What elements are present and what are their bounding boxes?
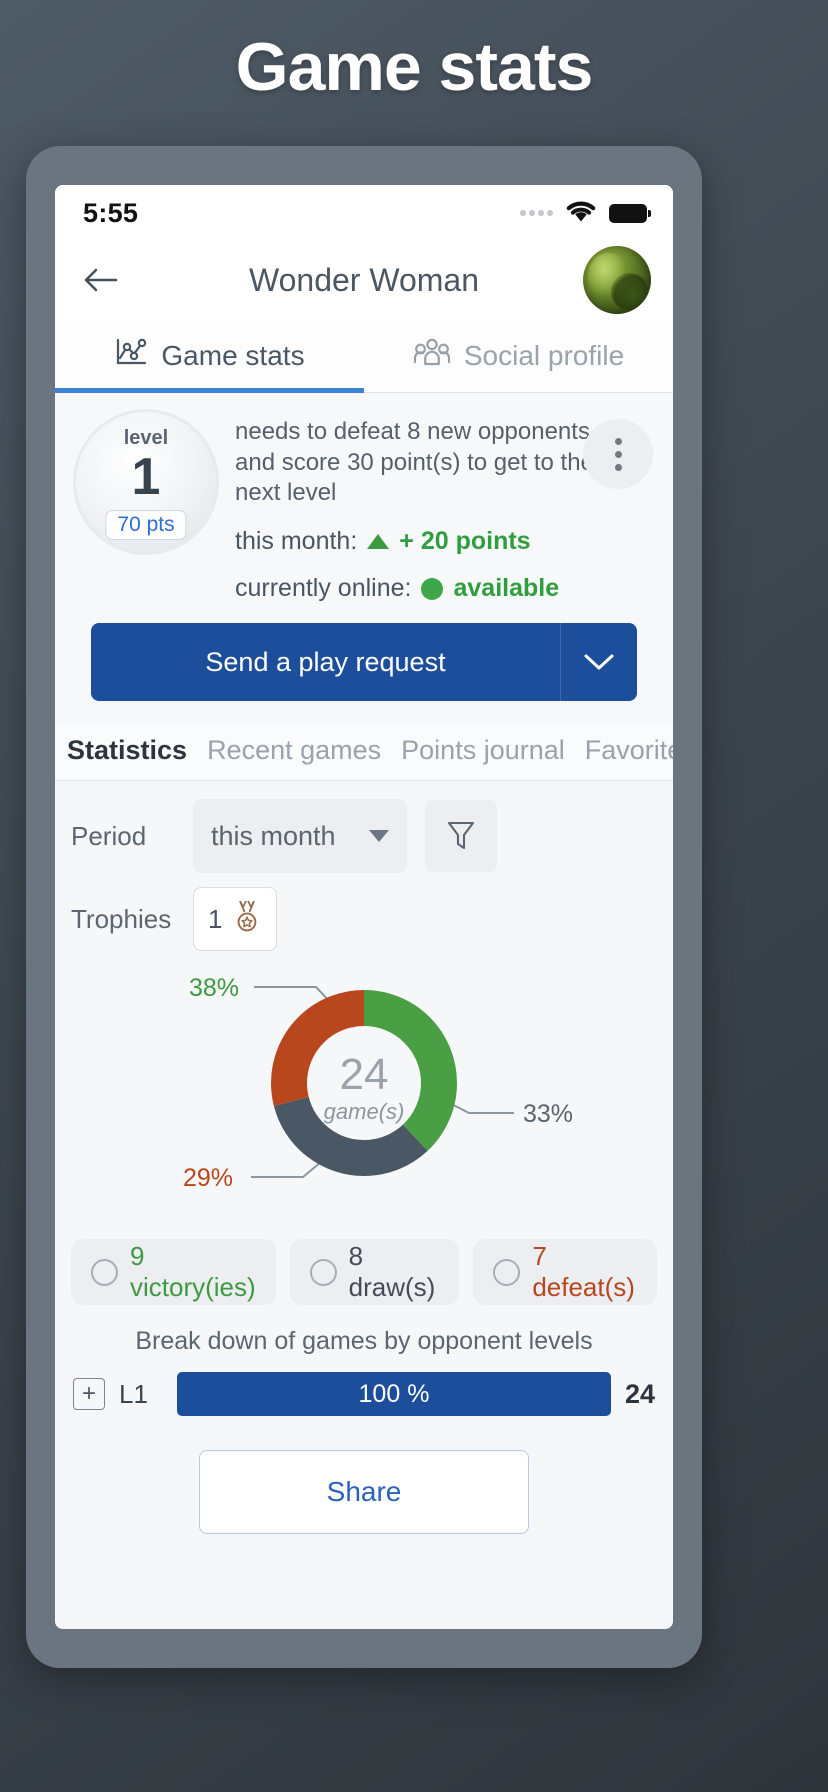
online-status-row: currently online: available — [235, 574, 655, 603]
breakdown-level-label: L1 — [119, 1378, 148, 1409]
donut-label-slate: 33% — [523, 1100, 573, 1128]
chart-scatter-icon — [114, 337, 148, 374]
period-row: Period this month — [71, 799, 657, 874]
share-button[interactable]: Share — [199, 1450, 529, 1535]
donut-center-label: game(s) — [324, 1099, 405, 1124]
tab-social-profile-label: Social profile — [463, 339, 625, 371]
games-donut-chart: 38% 33% 29% 24 game(s) — [71, 965, 657, 1223]
circle-outline-icon — [91, 1258, 118, 1286]
donut-label-orange: 29% — [183, 1164, 233, 1192]
level-word: level — [123, 427, 169, 449]
month-points-label: this month: — [235, 527, 358, 556]
result-legend: 9 victory(ies) 8 draw(s) 7 defeat(s) — [71, 1239, 657, 1306]
triangle-up-icon — [367, 534, 390, 550]
funnel-filter-icon[interactable] — [425, 800, 497, 873]
circle-outline-icon — [493, 1258, 521, 1286]
page-title: Game stats — [235, 29, 594, 105]
page-heading: Wonder Woman — [248, 261, 480, 298]
legend-victories[interactable]: 9 victory(ies) — [71, 1239, 276, 1306]
people-group-icon — [413, 337, 451, 374]
sub-tab-bar: Statistics Recent games Points journal F… — [55, 723, 673, 782]
breakdown-title: Break down of games by opponent levels — [135, 1327, 593, 1356]
phone-frame: 5:55 Wonder Woman Game stats Social prof… — [26, 146, 702, 1668]
plus-box-icon[interactable]: + — [73, 1378, 105, 1411]
chevron-down-icon[interactable] — [561, 623, 637, 702]
status-bar-time: 5:55 — [83, 197, 139, 228]
level-number: 1 — [131, 448, 161, 506]
trophies-row: Trophies 1 — [71, 887, 657, 952]
breakdown-bar-track: 100 % — [177, 1372, 611, 1417]
points-badge: 70 pts — [105, 510, 187, 540]
send-play-request-button[interactable]: Send a play request — [91, 623, 561, 702]
tab-social-profile[interactable]: Social profile — [364, 319, 673, 392]
trophies-count: 1 — [208, 903, 223, 934]
share-container: Share — [71, 1450, 657, 1535]
legend-defeats-label: 7 defeat(s) — [532, 1241, 635, 1303]
main-tab-bar: Game stats Social profile — [55, 319, 673, 393]
trophies-badge[interactable]: 1 — [193, 887, 278, 952]
donut-label-green: 38% — [189, 974, 239, 1002]
status-bar: 5:55 — [55, 185, 673, 241]
legend-draws[interactable]: 8 draw(s) — [289, 1239, 460, 1306]
legend-defeats[interactable]: 7 defeat(s) — [473, 1239, 657, 1306]
subtab-statistics[interactable]: Statistics — [67, 735, 187, 766]
subtab-recent-games[interactable]: Recent games — [207, 735, 381, 766]
medal-icon — [232, 899, 262, 940]
avatar[interactable] — [583, 246, 651, 314]
kebab-menu-icon[interactable] — [583, 419, 653, 489]
signal-dots-icon — [520, 210, 553, 216]
circle-outline-icon — [309, 1258, 337, 1286]
app-header: Wonder Woman — [55, 241, 673, 319]
tab-game-stats-label: Game stats — [161, 339, 305, 371]
back-arrow-icon[interactable] — [75, 254, 127, 306]
wifi-icon — [564, 198, 598, 228]
donut-center-value: 24 — [340, 1050, 389, 1099]
period-label: Period — [71, 820, 147, 851]
cta-container: Send a play request — [55, 609, 673, 724]
breakdown-count: 24 — [624, 1378, 655, 1409]
period-select-value: this month — [211, 820, 336, 851]
chevron-down-icon — [369, 830, 389, 843]
period-select[interactable]: this month — [193, 799, 407, 874]
breakdown-bar-fill: 100 % — [177, 1372, 611, 1417]
trophies-label: Trophies — [71, 903, 172, 934]
subtab-points-journal[interactable]: Points journal — [401, 735, 565, 766]
online-status-label: currently online: — [235, 574, 412, 603]
profile-summary: level 1 70 pts needs to defeat 8 new opp… — [55, 393, 673, 610]
level-badge: level 1 70 pts — [73, 409, 219, 555]
status-dot-icon — [421, 577, 444, 600]
subtab-favorite-games[interactable]: Favorite ga — [585, 735, 673, 766]
online-status-value: available — [453, 574, 560, 603]
phone-screen: 5:55 Wonder Woman Game stats Social prof… — [55, 185, 673, 1629]
breakdown-row: + L1 100 % 24 — [71, 1372, 657, 1417]
tab-game-stats[interactable]: Game stats — [55, 319, 364, 393]
legend-victories-label: 9 victory(ies) — [130, 1241, 256, 1303]
month-points-row: this month: + 20 points — [235, 527, 655, 556]
battery-icon — [609, 203, 651, 223]
statistics-panel: Period this month Trophies 1 38% 33% 29%… — [55, 781, 673, 1629]
month-points-value: + 20 points — [399, 527, 531, 556]
status-bar-indicators — [520, 198, 651, 228]
legend-draws-label: 8 draw(s) — [348, 1241, 436, 1303]
